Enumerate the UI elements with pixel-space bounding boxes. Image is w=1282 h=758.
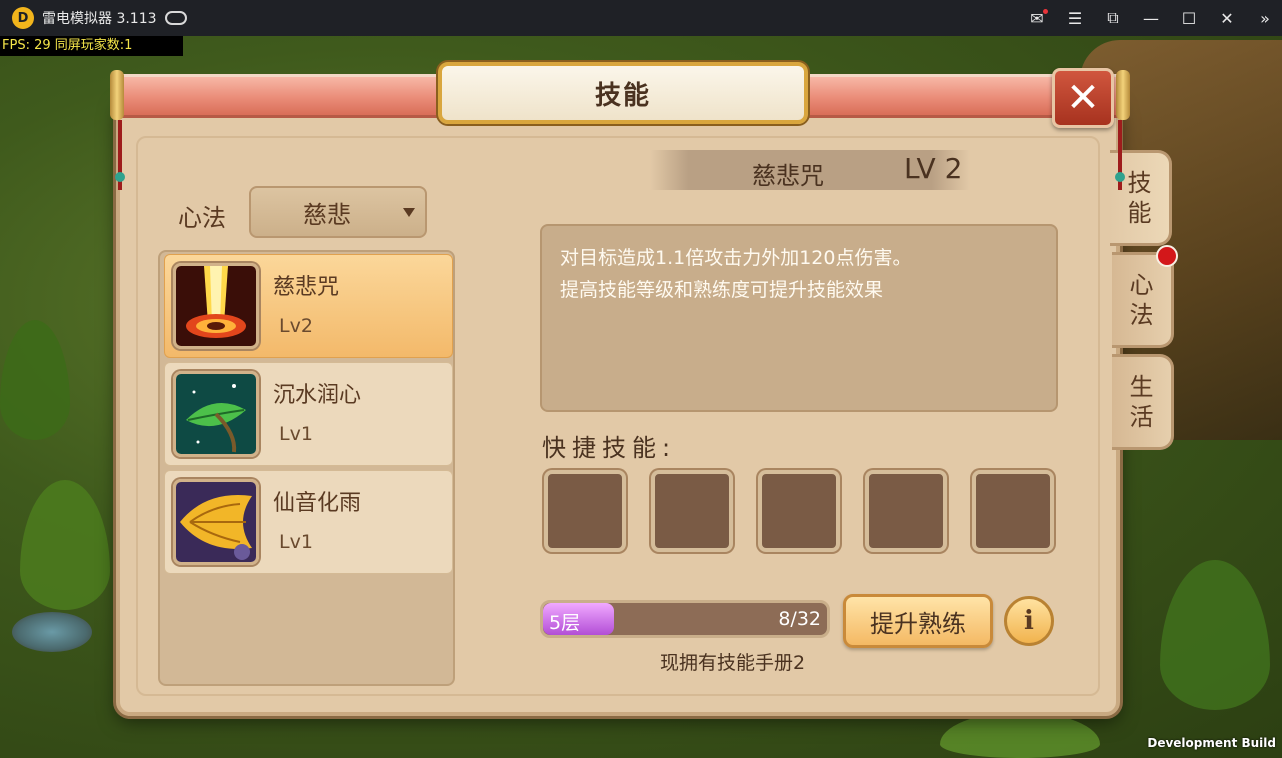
quick-skill-slot[interactable] (972, 470, 1054, 552)
fps-counter: FPS: 29 同屏玩家数:1 (0, 36, 183, 56)
quick-skill-slot[interactable] (651, 470, 733, 552)
quick-skill-slot[interactable] (544, 470, 626, 552)
gamepad-icon[interactable] (164, 11, 187, 25)
xinfa-dropdown[interactable]: 慈悲 (249, 186, 427, 238)
skill-level: Lv1 (279, 423, 313, 445)
skill-item-cibeizhou[interactable]: 慈悲咒 Lv2 (164, 254, 453, 358)
close-window-icon[interactable]: ✕ (1218, 9, 1236, 28)
xinfa-selected-value: 慈悲 (303, 200, 351, 229)
background-leaf (1160, 560, 1270, 710)
skill-description-line: 提高技能等级和熟练度可提升技能效果 (560, 279, 884, 301)
close-icon: ✕ (1066, 75, 1100, 121)
golden-burst-icon (173, 263, 259, 349)
window-title: 技能 (594, 80, 651, 111)
quick-skill-slot[interactable] (758, 470, 840, 552)
close-button[interactable]: ✕ (1052, 68, 1114, 128)
skill-level: Lv1 (279, 531, 313, 553)
proficiency-bar: 5层 8/32 (540, 600, 830, 638)
window-mode-icon[interactable]: ⧉ (1104, 8, 1122, 27)
chevron-down-icon (403, 208, 415, 217)
emulator-titlebar: D 雷电模拟器 3.113 ✉ ☰ ⧉ — ☐ ✕ » (0, 0, 1282, 36)
expand-sidebar-icon[interactable]: » (1256, 9, 1274, 28)
tassel-bead-left (115, 172, 125, 182)
background-pond (12, 612, 92, 652)
development-build-label: Development Build (1147, 736, 1276, 750)
proficiency-count: 8/32 (778, 608, 821, 630)
skill-detail-name: 慈悲咒 (752, 162, 824, 190)
skill-name: 仙音化雨 (273, 491, 362, 516)
background-leaf (20, 480, 110, 610)
tab-life-label: 生 活 (1129, 373, 1154, 431)
quick-skill-slot[interactable] (865, 470, 947, 552)
skill-name: 沉水润心 (273, 383, 362, 408)
leaf-water-icon (173, 371, 259, 457)
notification-dot (1156, 245, 1178, 267)
minimize-icon[interactable]: — (1142, 9, 1160, 28)
tab-xinfa-label: 心 法 (1129, 271, 1154, 329)
menu-icon[interactable]: ☰ (1066, 9, 1084, 28)
background-leaf (940, 712, 1100, 758)
scroll-rod-right (1116, 70, 1130, 120)
upgrade-proficiency-button[interactable]: 提升熟练 (843, 594, 993, 648)
emulator-logo-icon: D (12, 7, 34, 29)
background-leaf (0, 320, 70, 440)
tassel-bead-right (1115, 172, 1125, 182)
skill-detail-level: LV 2 (904, 152, 963, 185)
skill-description-line: 对目标造成1.1倍攻击力外加120点伤害。 (560, 247, 912, 269)
skill-description-box: 对目标造成1.1倍攻击力外加120点伤害。 提高技能等级和熟练度可提升技能效果 (540, 224, 1058, 412)
scroll-rod-left (110, 70, 124, 120)
maximize-icon[interactable]: ☐ (1180, 9, 1198, 28)
proficiency-layer: 5层 (549, 612, 581, 634)
window-title-plaque: 技能 (438, 62, 808, 124)
tab-skills-label: 技 能 (1127, 169, 1152, 227)
mail-icon[interactable]: ✉ (1028, 9, 1048, 28)
skill-item-chenshuirunxin[interactable]: 沉水润心 Lv1 (164, 362, 453, 466)
emulator-title: 雷电模拟器 3.113 (42, 11, 157, 27)
skill-name: 慈悲咒 (273, 275, 340, 300)
quick-skills-label: 快捷技能: (542, 434, 677, 462)
tab-life[interactable]: 生 活 (1112, 354, 1174, 450)
golden-feather-icon (173, 479, 259, 565)
info-icon[interactable]: i (1004, 596, 1054, 646)
xinfa-label: 心法 (178, 204, 226, 232)
skill-level: Lv2 (279, 315, 313, 337)
skill-item-xianyinhuayu[interactable]: 仙音化雨 Lv1 (164, 470, 453, 574)
skill-handbook-count: 现拥有技能手册2 (660, 652, 806, 674)
skill-list[interactable]: 慈悲咒 Lv2 沉水润心 Lv1 仙音化雨 Lv1 (158, 250, 455, 686)
